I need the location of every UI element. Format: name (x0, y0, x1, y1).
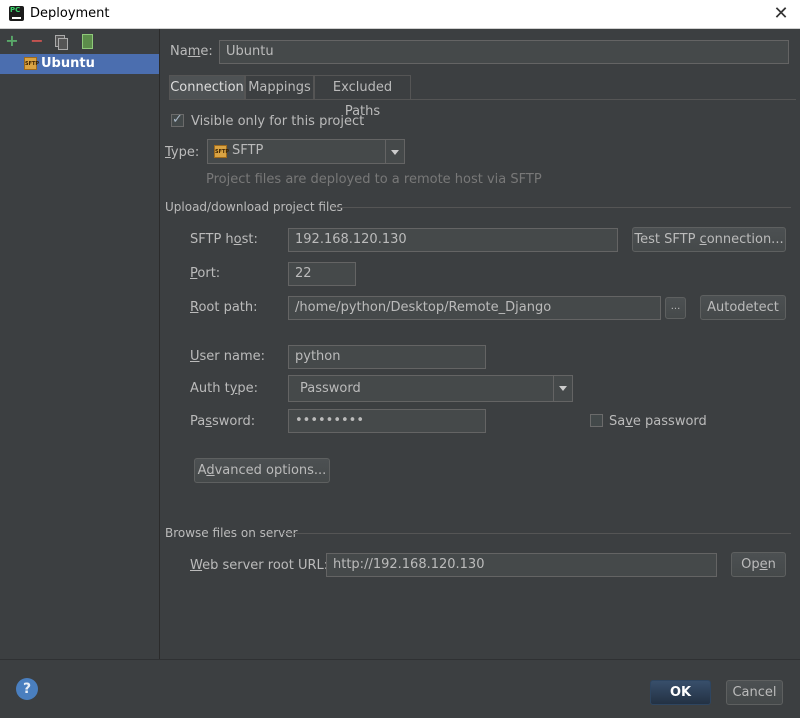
section-divider (331, 207, 791, 208)
chevron-down-icon (385, 140, 404, 163)
footer-divider (0, 659, 800, 660)
auth-type-label: Auth type: (190, 381, 259, 396)
ok-button[interactable]: OK (650, 680, 711, 705)
auth-type-dropdown[interactable]: Password (288, 375, 573, 402)
tab-excluded-paths[interactable]: Excluded Paths (314, 75, 411, 119)
close-icon[interactable]: ✕ (770, 3, 792, 25)
root-path-label: Root path: (190, 300, 258, 315)
remove-icon[interactable]: − (29, 33, 45, 49)
browse-button[interactable]: ... (665, 297, 686, 319)
cancel-button[interactable]: Cancel (726, 680, 783, 705)
sidebar-item-label: Ubuntu (41, 56, 95, 71)
browse-section-title: Browse files on server (165, 526, 298, 540)
password-field[interactable]: ••••••••• (288, 409, 486, 433)
web-root-url-label: Web server root URL: (190, 558, 329, 573)
window-title: Deployment (30, 6, 110, 21)
copy-icon[interactable] (53, 33, 69, 50)
visible-only-label: Visible only for this project (191, 114, 365, 129)
tab-divider (169, 99, 796, 100)
sftp-icon: SFTP (214, 145, 229, 158)
name-field[interactable]: Ubuntu (219, 40, 789, 64)
pycharm-app-icon (9, 6, 24, 21)
save-password-checkbox[interactable] (590, 414, 603, 427)
tab-connection[interactable]: Connection (169, 75, 245, 100)
help-icon[interactable]: ? (16, 678, 38, 700)
section-divider (283, 533, 791, 534)
port-label: Port: (190, 266, 221, 281)
sidebar-item-ubuntu[interactable]: SFTP Ubuntu (0, 54, 159, 74)
chevron-down-icon (553, 376, 572, 401)
autodetect-button[interactable]: Autodetect (700, 295, 786, 320)
use-as-default-icon[interactable] (79, 33, 95, 49)
port-field[interactable]: 22 (288, 262, 356, 286)
web-root-url-field[interactable]: http://192.168.120.130 (326, 553, 717, 577)
user-name-label: User name: (190, 349, 266, 364)
password-label: Password: (190, 414, 256, 429)
advanced-options-button[interactable]: Advanced options... (194, 458, 330, 483)
sftp-host-field[interactable]: 192.168.120.130 (288, 228, 618, 252)
sftp-icon: SFTP (24, 57, 39, 70)
type-label: Type: (165, 145, 200, 160)
tab-mappings[interactable]: Mappings (245, 75, 314, 100)
sftp-host-label: SFTP host: (190, 232, 258, 247)
auth-type-value: Password (300, 381, 361, 396)
save-password-label: Save password (609, 414, 707, 429)
server-list-sidebar: + − SFTP Ubuntu (0, 29, 160, 659)
user-name-field[interactable]: python (288, 345, 486, 369)
upload-section-title: Upload/download project files (165, 200, 343, 214)
type-dropdown[interactable]: SFTP SFTP (207, 139, 405, 164)
title-bar: Deployment ✕ (0, 0, 800, 29)
test-connection-button[interactable]: Test SFTP connection... (632, 227, 786, 252)
root-path-field[interactable]: /home/python/Desktop/Remote_Django (288, 296, 661, 320)
type-hint: Project files are deployed to a remote h… (206, 172, 542, 187)
open-button[interactable]: Open (731, 552, 786, 577)
type-value: SFTP (232, 143, 264, 158)
visible-only-checkbox[interactable] (171, 112, 184, 127)
add-icon[interactable]: + (4, 33, 20, 49)
name-label: Name: (170, 44, 213, 59)
